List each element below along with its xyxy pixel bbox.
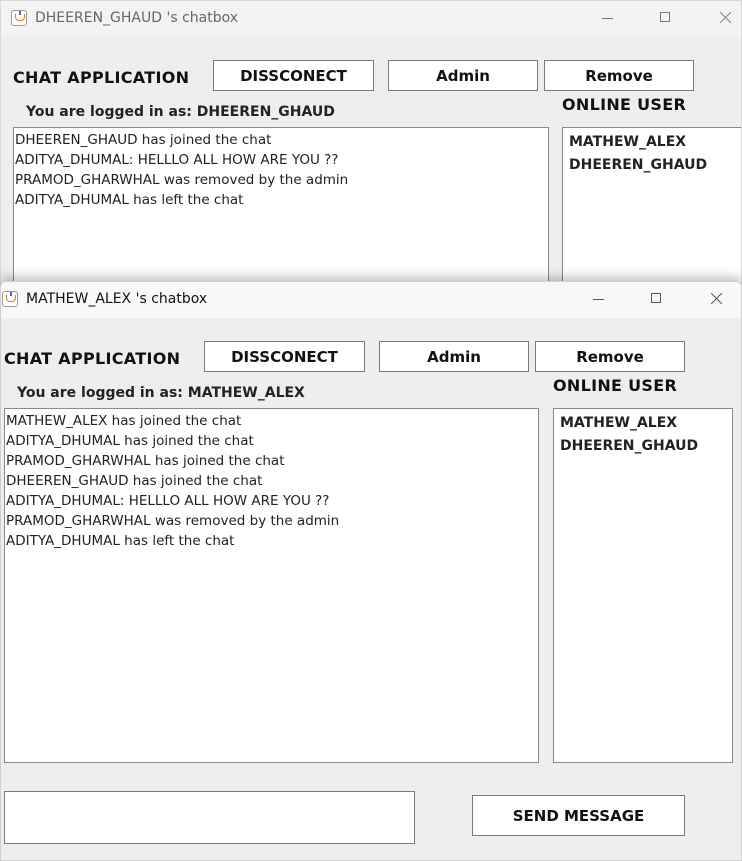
disconnect-button[interactable]: DISSCONECT: [213, 60, 374, 91]
chat-message: DHEEREN_GHAUD has joined the chat: [15, 132, 272, 148]
online-user-item[interactable]: MATHEW_ALEX: [569, 131, 741, 154]
minimize-icon[interactable]: [595, 7, 621, 29]
chat-message: PRAMOD_GHARWHAL has joined the chat: [6, 453, 285, 469]
maximize-icon[interactable]: [653, 7, 679, 29]
chat-message: ADITYA_DHUMAL has left the chat: [6, 533, 235, 549]
chat-message: MATHEW_ALEX has joined the chat: [6, 413, 242, 429]
java-cup-icon: [11, 10, 27, 26]
java-cup-icon: [2, 291, 18, 307]
window-title: DHEEREN_GHAUD 's chatbox: [35, 10, 239, 26]
logged-in-label: You are logged in as: DHEEREN_GHAUD: [26, 104, 335, 120]
online-user-item[interactable]: DHEEREN_GHAUD: [560, 435, 726, 458]
admin-button[interactable]: Admin: [379, 341, 529, 372]
title-bar[interactable]: DHEEREN_GHAUD 's chatbox: [1, 1, 741, 37]
admin-button[interactable]: Admin: [388, 60, 538, 91]
chat-window-dheeren: DHEEREN_GHAUD 's chatbox CHAT APPLICATIO…: [0, 0, 742, 290]
app-title: CHAT APPLICATION: [13, 68, 190, 87]
chat-message: DHEEREN_GHAUD has joined the chat: [6, 473, 263, 489]
message-input[interactable]: [4, 791, 415, 844]
chat-message: ADITYA_DHUMAL: HELLLO ALL HOW ARE YOU ??: [6, 493, 330, 509]
online-user-heading: ONLINE USER: [562, 95, 687, 114]
chat-message: PRAMOD_GHARWHAL was removed by the admin: [15, 172, 349, 188]
online-users-list[interactable]: MATHEW_ALEX DHEEREN_GHAUD: [553, 408, 733, 763]
online-users-list[interactable]: MATHEW_ALEX DHEEREN_GHAUD: [562, 127, 741, 289]
logged-in-label: You are logged in as: MATHEW_ALEX: [17, 385, 305, 401]
close-icon[interactable]: [703, 288, 729, 310]
online-user-item[interactable]: MATHEW_ALEX: [560, 412, 726, 435]
chat-messages-area[interactable]: DHEEREN_GHAUD has joined the chat ADITYA…: [13, 127, 549, 289]
remove-button[interactable]: Remove: [535, 341, 685, 372]
remove-button[interactable]: Remove: [544, 60, 694, 91]
chat-message: ADITYA_DHUMAL: HELLLO ALL HOW ARE YOU ??: [15, 152, 339, 168]
chat-message: ADITYA_DHUMAL has left the chat: [15, 192, 244, 208]
send-message-button[interactable]: SEND MESSAGE: [472, 795, 685, 836]
close-icon[interactable]: [712, 7, 738, 29]
chat-message: ADITYA_DHUMAL has joined the chat: [6, 433, 254, 449]
title-bar[interactable]: MATHEW_ALEX 's chatbox: [1, 282, 741, 318]
chat-messages-area[interactable]: MATHEW_ALEX has joined the chat ADITYA_D…: [4, 408, 539, 763]
online-user-item[interactable]: DHEEREN_GHAUD: [569, 154, 741, 177]
disconnect-button[interactable]: DISSCONECT: [204, 341, 365, 372]
app-title: CHAT APPLICATION: [4, 349, 181, 368]
online-user-heading: ONLINE USER: [553, 376, 678, 395]
chat-window-mathew: MATHEW_ALEX 's chatbox CHAT APPLICATION …: [0, 281, 742, 861]
maximize-icon[interactable]: [644, 288, 670, 310]
window-title: MATHEW_ALEX 's chatbox: [26, 291, 208, 307]
minimize-icon[interactable]: [586, 288, 612, 310]
chat-message: PRAMOD_GHARWHAL was removed by the admin: [6, 513, 340, 529]
